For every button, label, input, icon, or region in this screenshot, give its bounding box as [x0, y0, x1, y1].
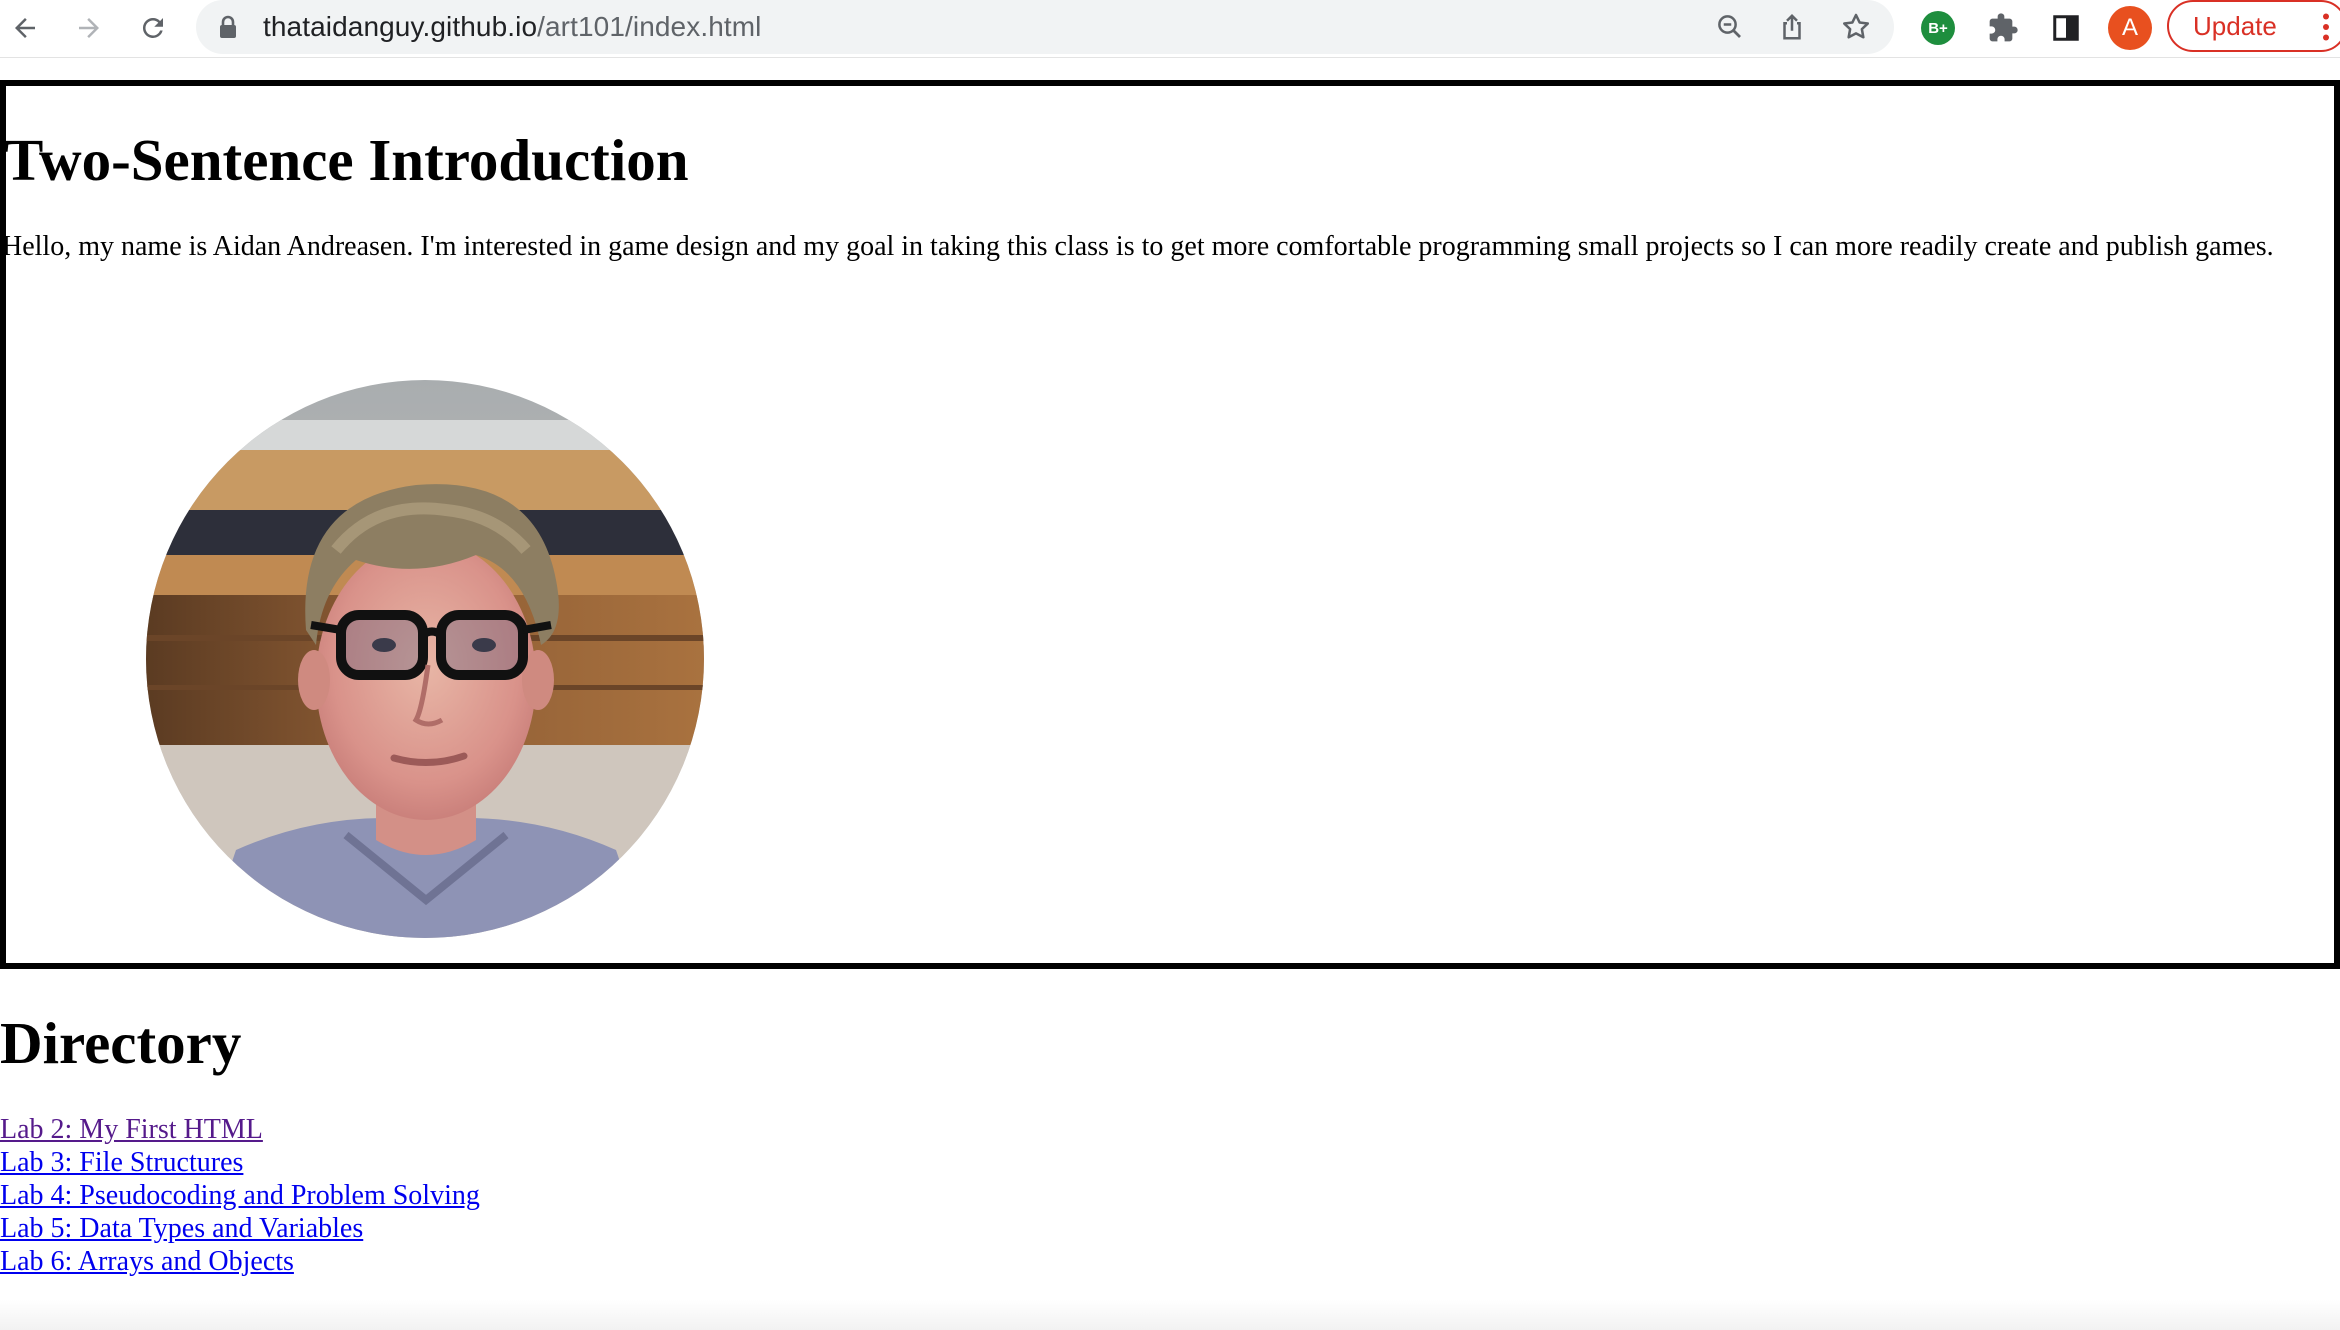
- page-bottom-shade: [0, 1300, 2340, 1330]
- star-icon: [1843, 13, 1869, 39]
- more-menu-icon: [2323, 13, 2329, 41]
- intro-text: Hello, my name is Aidan Andreasen. I'm i…: [2, 231, 2274, 262]
- bookmark-button[interactable]: [1838, 9, 1874, 45]
- update-label: Update: [2193, 10, 2277, 41]
- side-panel-icon: [2053, 15, 2079, 41]
- reload-button[interactable]: [130, 5, 176, 51]
- address-bar[interactable]: thataidanguy.github.io/art101/index.html: [196, 0, 1894, 54]
- forward-icon: [79, 18, 99, 38]
- extension-icon[interactable]: B+: [1921, 11, 1955, 45]
- back-button[interactable]: [2, 5, 48, 51]
- lock-icon: [220, 15, 236, 38]
- directory-title: Directory: [0, 1010, 242, 1076]
- puzzle-icon: [1989, 13, 2018, 42]
- profile-avatar[interactable]: A: [2108, 6, 2152, 50]
- url-host: thataidanguy.github.io: [263, 11, 538, 42]
- directory-list: Lab 2: My First HTML Lab 3: File Structu…: [0, 1113, 480, 1278]
- extensions-button[interactable]: [1980, 5, 2026, 51]
- side-panel-button[interactable]: [2043, 5, 2089, 51]
- share-button[interactable]: [1774, 9, 1810, 45]
- browser-toolbar: thataidanguy.github.io/art101/index.html…: [0, 0, 2340, 58]
- url-path: /art101/index.html: [537, 11, 762, 42]
- share-icon: [1783, 13, 1801, 40]
- intro-title: Two-Sentence Introduction: [4, 127, 689, 193]
- reload-icon: [142, 17, 163, 38]
- lab-2-link[interactable]: Lab 2: My First HTML: [0, 1113, 480, 1146]
- zoom-icon: [1718, 15, 1741, 38]
- update-button[interactable]: Update: [2167, 0, 2340, 52]
- profile-photo: [146, 380, 704, 938]
- zoom-button[interactable]: [1712, 9, 1748, 45]
- back-icon: [15, 18, 35, 38]
- lab-4-link[interactable]: Lab 4: Pseudocoding and Problem Solving: [0, 1179, 480, 1212]
- forward-button[interactable]: [66, 5, 112, 51]
- url-text[interactable]: thataidanguy.github.io/art101/index.html: [263, 11, 762, 43]
- lab-5-link[interactable]: Lab 5: Data Types and Variables: [0, 1212, 480, 1245]
- lab-6-link[interactable]: Lab 6: Arrays and Objects: [0, 1245, 480, 1278]
- lab-3-link[interactable]: Lab 3: File Structures: [0, 1146, 480, 1179]
